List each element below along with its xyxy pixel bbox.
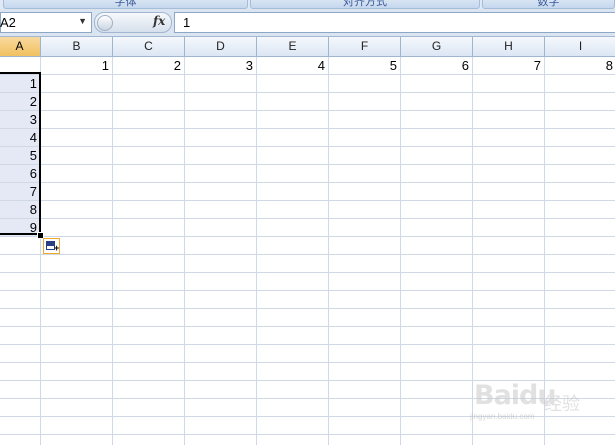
chevron-down-icon[interactable]: ▼	[78, 16, 87, 26]
formula-bar: A2 ▼ fx 1	[0, 9, 615, 37]
formula-value: 1	[183, 15, 191, 30]
cell-b1[interactable]: 1	[41, 57, 112, 75]
row-gridline	[0, 182, 615, 183]
ribbon-group-label: 字体	[114, 0, 137, 8]
row-gridline	[0, 344, 615, 345]
row-gridline	[0, 308, 615, 309]
plus-icon: +	[54, 243, 60, 253]
row-gridline	[0, 290, 615, 291]
cell-h1[interactable]: 7	[473, 57, 544, 75]
row-gridline	[0, 272, 615, 273]
auto-fill-options-button[interactable]: +	[43, 238, 60, 254]
column-header-c[interactable]: C	[113, 37, 185, 56]
formula-input[interactable]: 1	[174, 12, 615, 33]
cell-d1[interactable]: 3	[185, 57, 256, 75]
row-gridline	[0, 218, 615, 219]
watermark-url: jingyan.baidu.com	[470, 412, 535, 421]
resize-handle-icon[interactable]	[97, 15, 113, 31]
cell-e1[interactable]: 4	[257, 57, 328, 75]
column-header-b[interactable]: B	[41, 37, 113, 56]
row-gridline	[0, 164, 615, 165]
ribbon-group-number[interactable]: 数字	[482, 0, 615, 9]
column-header-a[interactable]: A	[0, 37, 41, 56]
column-gridline	[184, 57, 185, 445]
row-gridline	[0, 326, 615, 327]
column-header-i[interactable]: I	[545, 37, 615, 56]
name-box-value: A2	[0, 15, 16, 30]
row-gridline	[0, 146, 615, 147]
cell-i1[interactable]: 8	[545, 57, 615, 75]
cell-c1[interactable]: 2	[113, 57, 184, 75]
row-gridline	[0, 92, 615, 93]
row-gridline	[0, 128, 615, 129]
row-gridline	[0, 200, 615, 201]
row-gridline	[0, 254, 615, 255]
column-gridline	[400, 57, 401, 445]
selection-border	[0, 72, 41, 235]
ribbon-strip: 字体 对齐方式 数字	[0, 0, 615, 9]
column-gridline	[256, 57, 257, 445]
watermark-cn: 经验	[544, 394, 580, 415]
formula-controls: fx	[94, 12, 172, 33]
column-header-row: A B C D E F G H I	[0, 37, 615, 57]
ribbon-group-label: 对齐方式	[343, 0, 387, 8]
column-header-f[interactable]: F	[329, 37, 401, 56]
column-header-g[interactable]: G	[401, 37, 473, 56]
row-gridline	[0, 110, 615, 111]
cell-g1[interactable]: 6	[401, 57, 472, 75]
ribbon-group-alignment[interactable]: 对齐方式	[250, 0, 480, 9]
row-gridline	[0, 434, 615, 435]
name-box[interactable]: A2 ▼	[0, 12, 92, 33]
row-gridline	[0, 236, 615, 237]
column-gridline	[328, 57, 329, 445]
ribbon-group-label: 数字	[537, 0, 560, 8]
column-header-e[interactable]: E	[257, 37, 329, 56]
cell-f1[interactable]: 5	[329, 57, 400, 75]
row-gridline	[0, 362, 615, 363]
column-gridline	[112, 57, 113, 445]
baidu-watermark: Baidu 经验 jingyan.baidu.com	[466, 380, 614, 421]
column-header-h[interactable]: H	[473, 37, 545, 56]
insert-function-button[interactable]: fx	[153, 14, 165, 28]
ribbon-group-font[interactable]: 字体	[3, 0, 248, 9]
column-header-d[interactable]: D	[185, 37, 257, 56]
